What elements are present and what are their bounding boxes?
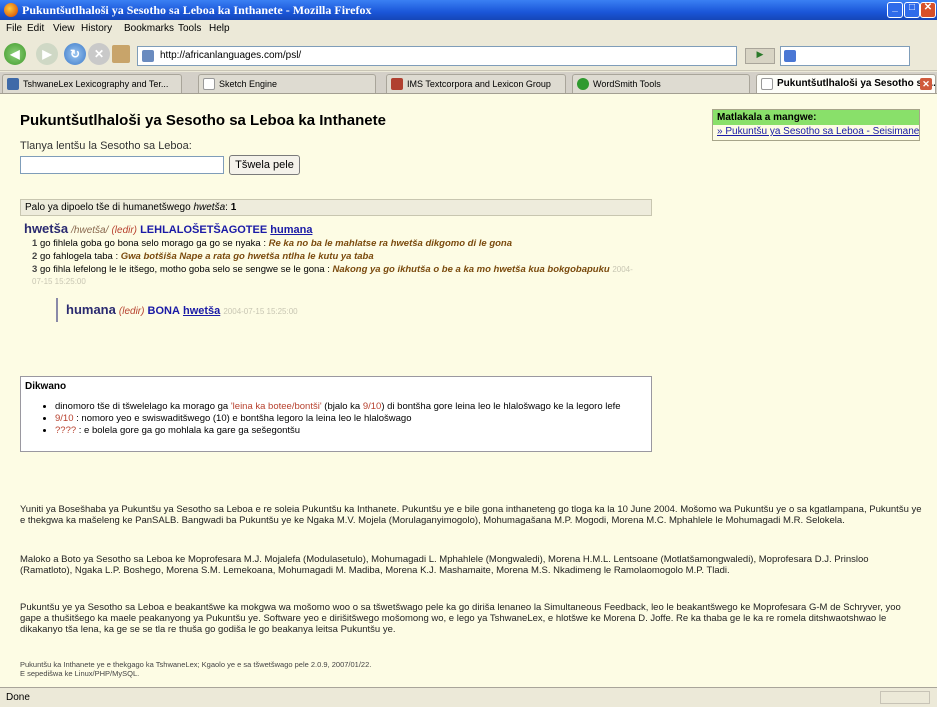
forward-button[interactable]: ▶ bbox=[36, 43, 58, 65]
note-item: dinomoro tše di tšwelelago ka morago ga … bbox=[55, 401, 645, 412]
menu-bookmarks[interactable]: Bookmarks bbox=[124, 23, 174, 34]
close-tab-icon[interactable]: ✕ bbox=[920, 78, 932, 90]
menu-edit[interactable]: Edit bbox=[27, 23, 44, 34]
resize-grip[interactable] bbox=[880, 691, 930, 704]
result-count-text: Palo ya dipoelo tše di humanetšwego bbox=[25, 202, 194, 213]
notes-title: Dikwano bbox=[25, 381, 67, 392]
site-icon bbox=[142, 50, 154, 62]
tab-label: TshwaneLex Lexicography and Ter... bbox=[23, 79, 169, 89]
sense-2: 2 go fahlogela taba : Gwa botšiša Nape a… bbox=[32, 251, 374, 262]
search-engine-box[interactable] bbox=[780, 46, 910, 66]
subentry-headword: humana bbox=[66, 302, 116, 317]
google-icon bbox=[784, 50, 796, 62]
url-text: http://africanlanguages.com/psl/ bbox=[160, 50, 302, 61]
status-text: Done bbox=[6, 692, 30, 703]
menu-history[interactable]: History bbox=[81, 23, 112, 34]
maximize-button[interactable]: □ bbox=[904, 2, 920, 18]
footer-line-1: Pukuntšu ka Inthanete ye e thekgago ka T… bbox=[20, 660, 372, 669]
menu-view[interactable]: View bbox=[53, 23, 75, 34]
result-count: Palo ya dipoelo tše di humanetšwego hwet… bbox=[20, 199, 652, 216]
sense-number: 1 bbox=[32, 238, 38, 249]
result-number: 1 bbox=[230, 202, 237, 213]
tab-label: Pukuntšutlhaloši ya Sesotho sa... bbox=[777, 78, 936, 89]
wordsmith-icon bbox=[577, 78, 589, 90]
subentry-label: BONA bbox=[147, 305, 180, 317]
menu-help[interactable]: Help bbox=[209, 23, 230, 34]
status-bar: Done bbox=[0, 687, 937, 707]
dictionary-entry: hwetša /hwetša/ (ledir) LEHLALOŠETŠAGOTE… bbox=[24, 221, 644, 236]
ims-icon bbox=[391, 78, 403, 90]
go-button[interactable]: ▶ bbox=[745, 48, 775, 64]
page-icon bbox=[203, 78, 215, 90]
close-button[interactable]: ✕ bbox=[920, 2, 936, 18]
tab-pukuntsu[interactable]: Pukuntšutlhaloši ya Sesotho sa... ✕ bbox=[756, 74, 936, 93]
notes-list: dinomoro tše di tšwelelago ka morago ga … bbox=[55, 401, 645, 437]
tab-sketch-engine[interactable]: Sketch Engine bbox=[198, 74, 376, 93]
english-dictionary-link[interactable]: » Pukuntšu ya Sesotho sa Leboa - Seisima… bbox=[717, 126, 919, 137]
other-pages-heading: Matlakala a mangwe: bbox=[713, 110, 919, 125]
headword: hwetša bbox=[24, 221, 69, 236]
sense-number: 3 bbox=[32, 264, 38, 275]
minimize-button[interactable]: _ bbox=[887, 2, 903, 18]
sense-1: 1 go fihlela goba go bona selo morago ga… bbox=[32, 238, 512, 249]
sense-number: 2 bbox=[32, 251, 38, 262]
subentry-pos: (ledir) bbox=[118, 306, 145, 317]
reload-button[interactable]: ↻ bbox=[64, 43, 86, 65]
other-pages-box: Matlakala a mangwe: » Pukuntšu ya Sesoth… bbox=[712, 109, 920, 141]
page-title: Pukuntšutlhaloši ya Sesotho sa Leboa ka … bbox=[20, 112, 386, 129]
back-button[interactable]: ◀ bbox=[4, 43, 26, 65]
sense-definition: go fihla lefelong le le itšego, motho go… bbox=[39, 264, 330, 275]
sense-example: Re ka no ba le mahlatse ra hwetša dikgom… bbox=[268, 238, 513, 249]
result-query: hwetša bbox=[193, 202, 226, 213]
sense-3: 3 go fihla lefelong le le itšego, motho … bbox=[32, 264, 642, 288]
notes-box: Dikwano dinomoro tše di tšwelelago ka mo… bbox=[20, 376, 652, 452]
home-button[interactable] bbox=[112, 45, 130, 63]
tshwanelex-icon bbox=[7, 78, 19, 90]
tab-label: Sketch Engine bbox=[219, 79, 278, 89]
page-content: Pukuntšutlhaloši ya Sesotho sa Leboa ka … bbox=[0, 94, 937, 687]
note-item: ???? : e bolela gore ga go mohlala ka ga… bbox=[55, 425, 645, 436]
subentry-link[interactable]: hwetša bbox=[183, 305, 220, 317]
about-paragraph-1: Yuniti ya Bosešhaba ya Pukuntšu ya Sesot… bbox=[20, 504, 922, 526]
sense-example: Gwa botšiša Nape a rata go hwetša ntlha … bbox=[120, 251, 374, 262]
search-prompt: Tlanya lentšu la Sesotho sa Leboa: bbox=[20, 140, 192, 152]
tab-ims[interactable]: IMS Textcorpora and Lexicon Group bbox=[386, 74, 566, 93]
firefox-icon bbox=[4, 3, 18, 17]
sense-example: Nakong ya go ikhutša o be a ka mo hwetša… bbox=[332, 264, 610, 275]
menu-tools[interactable]: Tools bbox=[178, 23, 201, 34]
stop-button[interactable]: ✕ bbox=[88, 43, 110, 65]
tab-label: IMS Textcorpora and Lexicon Group bbox=[407, 79, 551, 89]
about-paragraph-2: Maloko a Boto ya Sesotho sa Leboa ke Mop… bbox=[20, 554, 869, 576]
url-bar[interactable]: http://africanlanguages.com/psl/ bbox=[137, 46, 737, 66]
sense-definition: go fihlela goba go bona selo morago ga g… bbox=[39, 238, 266, 249]
tab-wordsmith[interactable]: WordSmith Tools bbox=[572, 74, 750, 93]
part-of-speech: (ledir) bbox=[111, 225, 138, 236]
sense-definition: go fahlogela taba : bbox=[39, 251, 119, 262]
page-icon bbox=[761, 78, 773, 90]
footer-line-2: E sepedišwa ke Linux/PHP/MySQL. bbox=[20, 669, 140, 678]
search-input[interactable] bbox=[20, 156, 224, 174]
about-paragraph-3: Pukuntšu ye ya Sesotho sa Leboa e beakan… bbox=[20, 602, 901, 635]
navigation-toolbar: ◀ ▶ ↻ ✕ http://africanlanguages.com/psl/… bbox=[0, 39, 937, 71]
subentry-date: 2004-07-15 15:25:00 bbox=[223, 307, 298, 316]
tab-tshwanelex[interactable]: TshwaneLex Lexicography and Ter... bbox=[2, 74, 182, 93]
menu-file[interactable]: File bbox=[6, 23, 22, 34]
entry-label: LEHLALOŠETŠAGOTEE bbox=[140, 224, 268, 236]
tab-label: WordSmith Tools bbox=[593, 79, 661, 89]
menu-bar: File Edit View History Bookmarks Tools H… bbox=[0, 20, 937, 39]
title-bar: Pukuntšutlhaloši ya Sesotho sa Leboa ka … bbox=[0, 0, 937, 20]
window-title: Pukuntšutlhaloši ya Sesotho sa Leboa ka … bbox=[22, 3, 372, 17]
note-item: 9/10 : nomoro yeo e swiswaditšwego (10) … bbox=[55, 413, 645, 424]
tab-bar: TshwaneLex Lexicography and Ter... Sketc… bbox=[0, 72, 937, 94]
subentry: humana (ledir) BONA hwetša 2004-07-15 15… bbox=[56, 298, 298, 322]
search-button[interactable]: Tšwela pele bbox=[229, 155, 300, 175]
phonetic: /hwetša/ bbox=[71, 225, 109, 236]
crossref-link[interactable]: humana bbox=[270, 224, 312, 236]
